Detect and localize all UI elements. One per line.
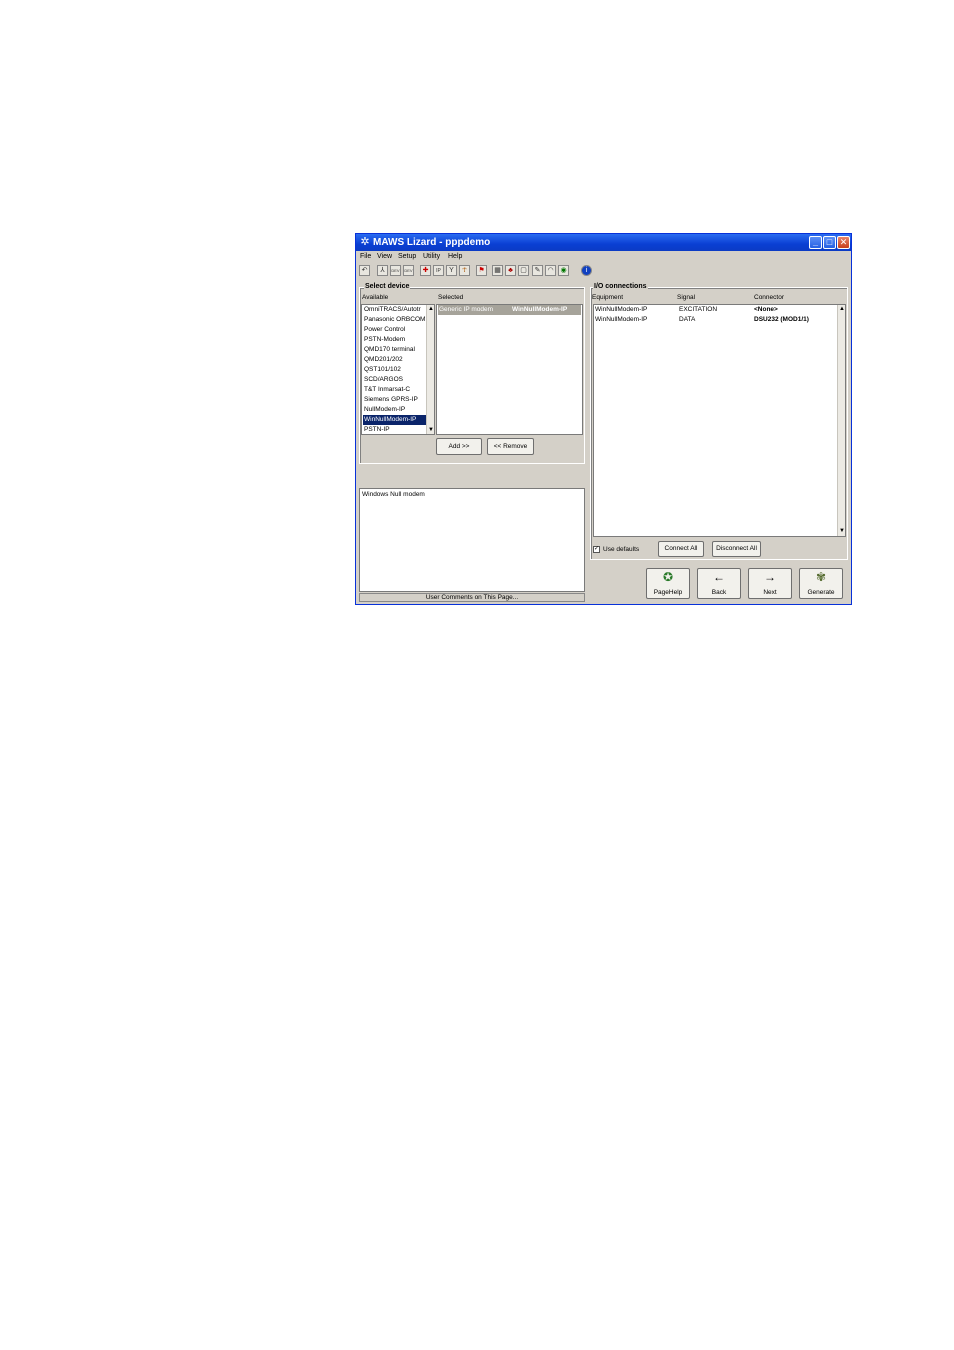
arrow-right-icon: → xyxy=(764,570,776,584)
signal-header: Signal xyxy=(677,294,696,301)
dev-icon[interactable]: DEV xyxy=(403,265,414,276)
pen-icon[interactable]: ✎ xyxy=(532,265,543,276)
page-icon[interactable]: ▢ xyxy=(518,265,529,276)
available-header: Available xyxy=(362,294,389,301)
maximize-icon: □ xyxy=(826,237,833,247)
window-title: MAWS Lizard - pppdemo xyxy=(373,237,491,248)
network-icon[interactable]: ⅄ xyxy=(377,265,388,276)
ip-icon[interactable]: IP xyxy=(433,265,444,276)
io-row-connector[interactable]: <None> xyxy=(754,306,778,313)
menu-setup[interactable]: Setup xyxy=(398,251,416,262)
list-item[interactable]: SCD/ARGOS xyxy=(363,375,426,385)
menu-file[interactable]: File xyxy=(360,251,371,262)
runner-icon[interactable]: ☥ xyxy=(459,265,470,276)
io-row-signal[interactable]: DATA xyxy=(679,316,695,323)
comments-textarea[interactable]: Windows Null modem xyxy=(359,488,585,592)
minimize-icon: _ xyxy=(812,237,818,247)
pagehelp-button[interactable]: ✪ PageHelp xyxy=(646,568,690,599)
arrow-left-icon: ← xyxy=(713,570,725,584)
menu-bar: File View Setup Utility Help xyxy=(356,251,851,262)
flag-cross-icon[interactable]: ✚ xyxy=(420,265,431,276)
close-icon: ✕ xyxy=(839,237,848,247)
list-item[interactable]: Siemens GPRS-IP xyxy=(363,395,426,405)
bell-icon[interactable]: ◠ xyxy=(545,265,556,276)
next-button[interactable]: → Next xyxy=(748,568,792,599)
list-item[interactable]: NullModem-IP xyxy=(363,405,426,415)
menu-view[interactable]: View xyxy=(377,251,392,262)
back-button[interactable]: ← Back xyxy=(697,568,741,599)
undo-icon[interactable]: ↶ xyxy=(359,265,370,276)
equipment-header: Equipment xyxy=(592,294,624,301)
available-scrollbar[interactable]: ▲ ▼ xyxy=(426,305,434,434)
globe-icon[interactable]: ◉ xyxy=(558,265,569,276)
disconnect-all-button[interactable]: Disconnect All xyxy=(712,541,761,557)
lizard-icon: ✲ xyxy=(360,236,370,248)
app-window: ✲ MAWS Lizard - pppdemo _ □ ✕ File View … xyxy=(355,233,852,605)
select-device-title: Select device xyxy=(364,283,411,290)
list-item[interactable]: PSTN-Modem xyxy=(363,335,426,345)
io-row-signal[interactable]: EXCITATION xyxy=(679,306,717,313)
group-icon[interactable]: ♣ xyxy=(505,265,516,276)
close-button[interactable]: ✕ xyxy=(837,236,850,249)
use-defaults-label: Use defaults xyxy=(603,546,640,553)
connect-all-button[interactable]: Connect All xyxy=(658,541,704,557)
toolbar: ↶ ⅄ DEV DEV ✚ IP Y ☥ ⚑ ▦ ♣ ▢ ✎ ◠ ◉ i xyxy=(356,263,851,279)
use-defaults-checkbox[interactable]: ✓ xyxy=(593,546,600,553)
add-button[interactable]: Add >> xyxy=(436,438,482,455)
selected-type: Generic IP modem xyxy=(439,306,494,313)
list-item[interactable]: T&T Inmarsat-C xyxy=(363,385,426,395)
table-icon[interactable]: ▦ xyxy=(492,265,503,276)
generate-button[interactable]: ✾ Generate xyxy=(799,568,843,599)
available-list[interactable]: OmniTRACS/Autotr Panasonic ORBCOM Power Co… xyxy=(361,304,435,435)
menu-utility[interactable]: Utility xyxy=(423,251,440,262)
list-item[interactable]: WinNullModem-IP xyxy=(363,415,426,425)
title-bar[interactable]: ✲ MAWS Lizard - pppdemo _ □ ✕ xyxy=(356,234,851,251)
io-row-connector[interactable]: DSU232 (MOD1/1) xyxy=(754,316,809,323)
io-connections-list[interactable]: WinNullModem-IP EXCITATION <None> WinNul… xyxy=(593,304,846,537)
info-icon[interactable]: i xyxy=(581,265,592,276)
remove-button[interactable]: << Remove xyxy=(487,438,534,455)
selected-name: WinNullModem-IP xyxy=(512,306,568,313)
list-item[interactable]: QMD201/202 xyxy=(363,355,426,365)
io-scrollbar[interactable]: ▲ ▼ xyxy=(837,305,845,536)
scroll-up-icon[interactable]: ▲ xyxy=(838,305,845,313)
list-item[interactable]: Power Control xyxy=(363,325,426,335)
dev-icon[interactable]: DEV xyxy=(390,265,401,276)
connector-header: Connector xyxy=(754,294,784,301)
list-item[interactable]: OmniTRACS/Autotr xyxy=(363,305,426,315)
list-item[interactable]: QMD170 terminal xyxy=(363,345,426,355)
flag-icon[interactable]: ⚑ xyxy=(476,265,487,276)
maximize-button[interactable]: □ xyxy=(823,236,836,249)
selected-list[interactable]: Generic IP modem WinNullModem-IP xyxy=(436,304,583,435)
list-item[interactable]: Panasonic ORBCOM xyxy=(363,315,426,325)
minimize-button[interactable]: _ xyxy=(809,236,822,249)
io-connections-title: I/O connections xyxy=(593,283,648,290)
scroll-down-icon[interactable]: ▼ xyxy=(427,426,434,434)
io-row-equipment[interactable]: WinNullModem-IP xyxy=(595,306,647,313)
menu-help[interactable]: Help xyxy=(448,251,462,262)
list-item[interactable]: Generic IP modem WinNullModem-IP xyxy=(438,305,581,315)
comments-footer[interactable]: User Comments on This Page... xyxy=(359,593,585,602)
io-row-equipment[interactable]: WinNullModem-IP xyxy=(595,316,647,323)
scroll-down-icon[interactable]: ▼ xyxy=(838,527,845,535)
scroll-up-icon[interactable]: ▲ xyxy=(427,305,434,313)
selected-header: Selected xyxy=(438,294,464,301)
list-item[interactable]: QST101/102 xyxy=(363,365,426,375)
list-item[interactable]: PSTN-IP xyxy=(363,425,426,434)
comments-text: Windows Null modem xyxy=(362,491,425,498)
help-icon: ✪ xyxy=(662,570,674,584)
antenna-icon[interactable]: Y xyxy=(446,265,457,276)
generate-icon: ✾ xyxy=(815,570,827,584)
